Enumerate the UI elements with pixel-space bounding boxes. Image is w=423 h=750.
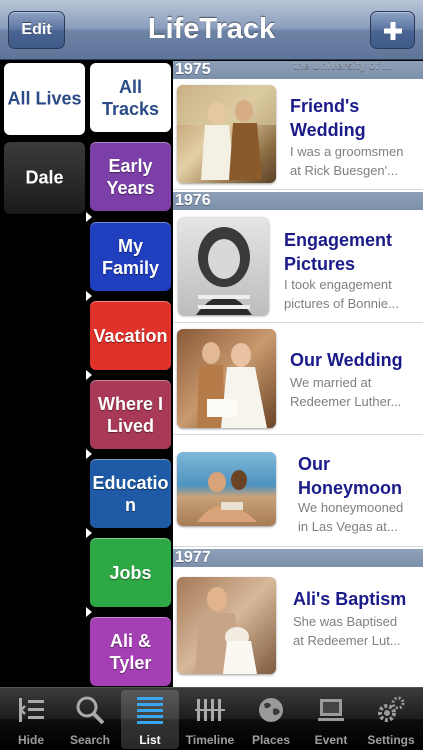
track-label-line2: Tyler <box>109 652 152 673</box>
track-label-line1: Where I <box>97 393 163 414</box>
tab-label: Places <box>251 733 291 747</box>
tab-label: Settings <box>367 733 415 747</box>
life-tab-label: All Lives <box>7 88 82 109</box>
nav-bar: Edit LifeTrack <box>0 0 423 60</box>
tab-hide[interactable]: Hide <box>2 690 60 749</box>
event-photo <box>177 577 276 674</box>
year-label: 1976 <box>175 192 211 209</box>
track-label-line1: All <box>118 76 142 97</box>
track-notch <box>86 607 92 617</box>
event-row-friends-wedding[interactable]: Friend's Wedding I was a groomsmen at Rick… <box>173 79 423 190</box>
event-description: I took engagement pictures of Bonnie... <box>284 277 399 311</box>
track-all-tracks[interactable]: All Tracks <box>90 63 171 132</box>
tab-list[interactable]: List <box>121 690 179 749</box>
event-row-alis-baptism[interactable]: Ali's Baptism She was Baptised at Redeeme… <box>173 567 423 687</box>
track-label-line1: Vacation <box>93 325 168 346</box>
track-notch <box>86 370 92 380</box>
track-my-family[interactable]: My Family <box>90 222 171 291</box>
event-photo <box>178 217 269 315</box>
event-photo <box>177 329 276 428</box>
list-icon <box>137 697 163 724</box>
year-header: 1975 the University of ... <box>173 61 423 79</box>
event-description: She was Baptised at Redeemer Lut... <box>293 614 401 648</box>
tab-label: Timeline <box>185 733 235 747</box>
year-header: 1976 <box>173 192 423 210</box>
year-header: 1977 <box>173 549 423 567</box>
track-label-line1: Early <box>108 155 153 176</box>
event-row-engagement-pictures[interactable]: Engagement Pictures I took engagement pict… <box>173 210 423 323</box>
event-title: Ali's Baptism <box>293 589 407 609</box>
year-label: 1977 <box>175 549 211 566</box>
tab-timeline[interactable]: Timeline <box>181 690 239 749</box>
tab-label: Event <box>314 733 348 747</box>
track-label-line1: Ali & <box>109 630 151 651</box>
event-photo <box>177 452 276 526</box>
tab-settings[interactable]: Settings <box>362 690 420 749</box>
track-notch <box>86 528 92 538</box>
track-label-line2: Years <box>106 177 155 198</box>
track-label-line1: Jobs <box>109 562 152 583</box>
tracks-column: All Tracks Early Years My Family Vacation W… <box>86 61 173 687</box>
event-title: Our Wedding <box>290 350 403 370</box>
tab-event[interactable]: Event <box>302 690 360 749</box>
plus-icon <box>383 22 402 40</box>
event-row-our-honeymoon[interactable]: Our Honeymoon We honeymooned in Las Vegas … <box>173 435 423 547</box>
track-notch <box>86 291 92 301</box>
life-tab-all-lives[interactable]: All Lives <box>4 63 85 135</box>
track-early-years[interactable]: Early Years <box>90 142 171 211</box>
life-tab-dale[interactable]: Dale <box>4 142 85 214</box>
event-description: We married at Redeemer Luther... <box>290 375 402 409</box>
track-label-line2: n <box>125 494 136 515</box>
search-icon <box>76 696 105 725</box>
track-ali-tyler[interactable]: Ali & Tyler <box>90 617 171 686</box>
track-jobs[interactable]: Jobs <box>90 538 171 607</box>
event-photo <box>177 85 276 183</box>
track-label-line2: Tracks <box>101 98 160 119</box>
tab-search[interactable]: Search <box>61 690 119 749</box>
track-notch <box>86 212 92 222</box>
globe-icon <box>259 698 283 722</box>
event-title: Friend's Wedding <box>290 96 366 140</box>
year-label: 1975 <box>175 61 211 78</box>
gear-icon <box>378 696 405 722</box>
timeline-icon <box>195 699 225 721</box>
tab-label: Hide <box>17 733 44 747</box>
event-title: Engagement Pictures <box>284 230 393 274</box>
track-label-line1: My <box>117 235 143 256</box>
event-title: Our Honeymoon <box>298 454 403 498</box>
event-description: We honeymooned in Las Vegas at... <box>298 500 404 534</box>
hide-icon <box>19 698 44 722</box>
event-description: I was a groomsmen at Rick Buesgen'... <box>290 144 404 178</box>
life-tab-label: Dale <box>25 167 64 188</box>
tab-places[interactable]: Places <box>242 690 300 749</box>
lives-column: All Lives Dale <box>0 61 87 687</box>
tab-bar: Hide Search List Timeline Places Event S… <box>0 687 423 750</box>
event-list[interactable]: 1975 the University of ... Friend's Weddi… <box>173 61 423 687</box>
track-education[interactable]: Educatio n <box>90 459 171 528</box>
tab-label: List <box>139 733 161 747</box>
app-title: LifeTrack <box>147 13 276 45</box>
track-where-i-lived[interactable]: Where I Lived <box>90 380 171 449</box>
track-label-line1: Educatio <box>92 472 169 493</box>
track-notch <box>86 449 92 459</box>
add-event-button[interactable] <box>370 11 415 49</box>
tab-label: Search <box>69 733 111 747</box>
track-label-line2: Family <box>101 257 160 278</box>
faded-header-text: the University of ... <box>293 61 392 72</box>
track-vacation[interactable]: Vacation <box>90 301 171 370</box>
event-icon <box>318 699 344 721</box>
track-label-line2: Lived <box>106 415 154 436</box>
event-row-our-wedding[interactable]: Our Wedding We married at Redeemer Luther… <box>173 323 423 435</box>
